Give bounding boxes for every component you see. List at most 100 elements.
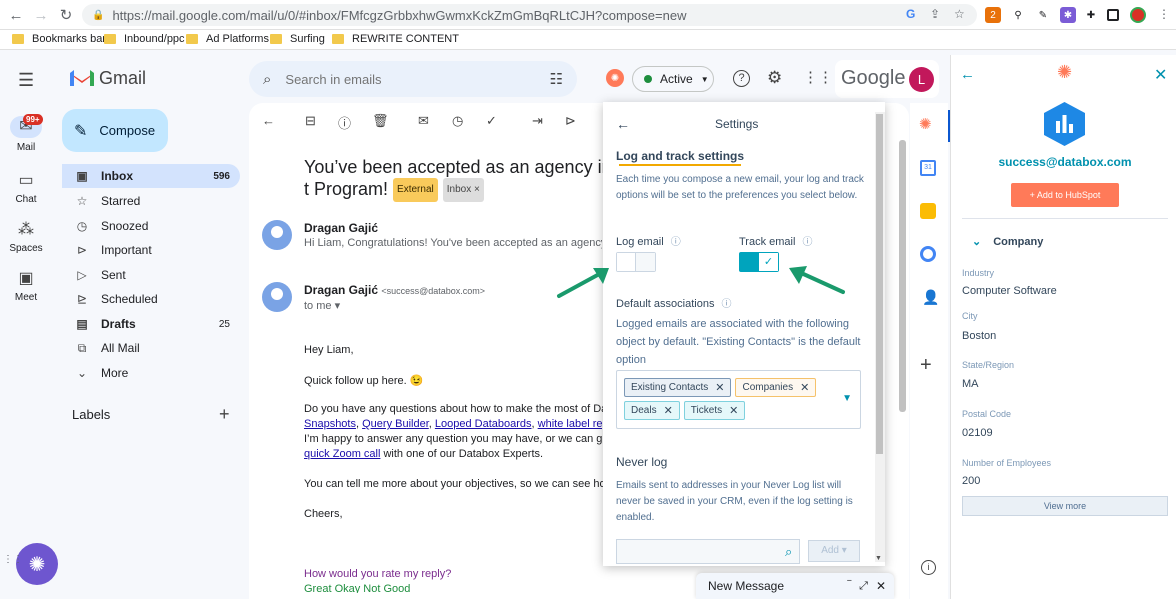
hubspot-app-icon[interactable]: ✺ xyxy=(919,115,932,133)
share-icon[interactable]: ⇪ xyxy=(930,7,940,21)
white-label-link[interactable]: white label reporting xyxy=(538,418,604,430)
sender-name[interactable]: Dragan Gajić xyxy=(304,221,378,235)
back-arrow-icon[interactable]: ← xyxy=(262,113,275,128)
rail-spaces[interactable]: ⁂ Spaces xyxy=(0,219,52,254)
mark-unread-icon[interactable]: ✉ xyxy=(418,113,429,129)
account-area[interactable]: Google L xyxy=(835,60,939,98)
nav-scheduled[interactable]: ⊵ Scheduled xyxy=(62,287,240,311)
view-more-button[interactable]: View more xyxy=(962,496,1168,516)
extension-badge-icon[interactable]: 2 xyxy=(985,7,1001,23)
search-input[interactable] xyxy=(285,71,526,87)
looped-databoards-link[interactable]: Looped Databoards xyxy=(435,418,532,430)
caret-down-icon[interactable]: ▼ xyxy=(842,393,852,404)
search-options-icon[interactable]: ☷ xyxy=(550,70,563,88)
archive-icon[interactable]: ⊟ xyxy=(305,113,316,129)
settings-back-icon[interactable]: ← xyxy=(616,116,630,132)
recipient-dropdown[interactable]: to me ▾ xyxy=(304,299,340,312)
rate-options[interactable]: Great Okay Not Good xyxy=(304,583,410,593)
bookmark-item[interactable]: Bookmarks bar xyxy=(12,33,106,45)
nav-more[interactable]: ⌄ More xyxy=(62,361,240,385)
star-icon[interactable]: ☆ xyxy=(954,7,965,21)
add-button[interactable]: Add ▾ xyxy=(808,540,860,562)
remove-chip-icon[interactable]: ✕ xyxy=(729,404,738,417)
colorful-ext-icon[interactable]: ✱ xyxy=(1060,7,1076,23)
add-label-icon[interactable]: + xyxy=(219,404,230,425)
info-icon[interactable]: i xyxy=(921,560,936,575)
profile-avatar[interactable] xyxy=(1130,7,1146,23)
bookmark-item[interactable]: REWRITE CONTENT xyxy=(332,33,459,45)
account-avatar[interactable]: L xyxy=(909,67,934,92)
query-builder-link[interactable]: Query Builder xyxy=(362,418,429,430)
contact-email[interactable]: success@databox.com xyxy=(962,155,1168,169)
main-menu-icon[interactable]: ☰ xyxy=(18,70,34,91)
forward-icon[interactable]: → xyxy=(31,5,51,25)
new-message-bar[interactable]: New Message ‾ ⤢ ✕ xyxy=(696,573,894,599)
close-icon[interactable]: ✕ xyxy=(1154,65,1167,85)
keep-icon[interactable] xyxy=(920,203,936,219)
snapshots-link[interactable]: Snapshots xyxy=(304,418,356,430)
label-icon[interactable]: ⊳ xyxy=(565,113,576,129)
sender-name[interactable]: Dragan Gajić xyxy=(304,283,378,297)
settings-scroll-thumb[interactable] xyxy=(876,114,883,454)
nav-inbox[interactable]: ▣ Inbox 596 xyxy=(62,164,240,188)
nav-drafts[interactable]: ▤ Drafts 25 xyxy=(62,312,240,336)
bookmark-item[interactable]: Surfing xyxy=(270,33,325,45)
info-icon[interactable]: ⓘ xyxy=(803,237,813,248)
compose-button[interactable]: ✎ Compose xyxy=(62,109,168,152)
scroll-down-icon[interactable]: ▼ xyxy=(875,555,882,562)
menu-dots-icon[interactable]: ⋮ xyxy=(1158,7,1170,21)
association-multiselect[interactable]: Existing Contacts ✕ Companies ✕ Deals ✕ Ticket… xyxy=(616,370,861,429)
nav-snoozed[interactable]: ◷ Snoozed xyxy=(62,214,240,238)
hubspot-sprocket-icon[interactable]: ✺ xyxy=(606,69,624,87)
drag-handle-icon[interactable]: ⋮⋮ xyxy=(3,555,23,565)
info-icon[interactable]: ⓘ xyxy=(722,299,732,310)
rail-chat[interactable]: ▭ Chat xyxy=(0,170,52,205)
puzzle-icon[interactable]: ✚ xyxy=(1083,7,1099,23)
message-scrollbar[interactable] xyxy=(899,140,906,412)
remove-chip-icon[interactable]: ✕ xyxy=(664,404,673,417)
calendar-icon[interactable]: 31 xyxy=(920,160,936,176)
bookmark-item[interactable]: Inbound/ppc xyxy=(104,33,185,45)
report-spam-icon[interactable]: ⓘ xyxy=(338,113,351,132)
company-section-toggle[interactable]: ⌄ Company xyxy=(972,235,1043,248)
contacts-icon[interactable]: 👤 xyxy=(922,289,939,306)
google-icon[interactable]: G xyxy=(906,7,915,21)
nav-sent[interactable]: ▷ Sent xyxy=(62,263,240,287)
back-icon[interactable]: ← xyxy=(6,5,26,25)
move-to-icon[interactable]: ⇥ xyxy=(532,113,543,129)
add-to-hubspot-button[interactable]: + Add to HubSpot xyxy=(1011,183,1119,207)
log-email-toggle[interactable] xyxy=(616,252,656,272)
expand-icon[interactable]: ⤢ xyxy=(859,580,868,593)
nav-all-mail[interactable]: ⧉ All Mail xyxy=(62,336,240,360)
search-bar[interactable]: ⌕ ☷ xyxy=(249,61,577,97)
nav-starred[interactable]: ☆ Starred xyxy=(62,189,240,213)
remove-chip-icon[interactable]: ✕ xyxy=(715,381,724,394)
magnifier-ext-icon[interactable]: ⚲ xyxy=(1010,7,1026,23)
rail-meet[interactable]: ▣ Meet xyxy=(0,268,52,303)
minimize-icon[interactable]: ‾ xyxy=(847,580,851,592)
snooze-icon[interactable]: ◷ xyxy=(452,113,463,129)
panel-back-icon[interactable]: ← xyxy=(960,66,975,83)
search-icon[interactable]: ⌕ xyxy=(263,71,271,88)
sidepanel-icon[interactable] xyxy=(1107,9,1119,21)
settings-gear-icon[interactable]: ⚙ xyxy=(767,68,782,88)
add-app-icon[interactable]: + xyxy=(920,354,932,377)
reload-icon[interactable]: ↻ xyxy=(56,5,76,25)
address-bar[interactable]: 🔒 https://mail.google.com/mail/u/0/#inbo… xyxy=(82,4,977,26)
add-task-icon[interactable]: ✓ xyxy=(486,113,497,129)
info-icon[interactable]: ⓘ xyxy=(671,237,681,248)
nav-important[interactable]: ⊳ Important xyxy=(62,238,240,262)
track-email-toggle[interactable]: ✓ xyxy=(739,252,779,272)
status-button[interactable]: Active ▼ xyxy=(632,66,714,92)
inbox-tag[interactable]: Inbox × xyxy=(442,178,484,203)
pen-ext-icon[interactable]: ✎ xyxy=(1035,7,1051,23)
remove-chip-icon[interactable]: ✕ xyxy=(800,381,809,394)
tasks-icon[interactable] xyxy=(920,246,936,262)
bookmark-item[interactable]: Ad Platforms xyxy=(186,33,269,45)
never-log-input[interactable] xyxy=(616,539,800,564)
help-icon[interactable]: ? xyxy=(733,70,750,87)
gmail-logo[interactable]: Gmail xyxy=(70,68,146,89)
close-icon[interactable]: ✕ xyxy=(876,579,886,593)
zoom-call-link[interactable]: quick Zoom call xyxy=(304,448,380,460)
message-snippet[interactable]: Hi Liam, Congratulations! You've been ac… xyxy=(304,237,602,249)
